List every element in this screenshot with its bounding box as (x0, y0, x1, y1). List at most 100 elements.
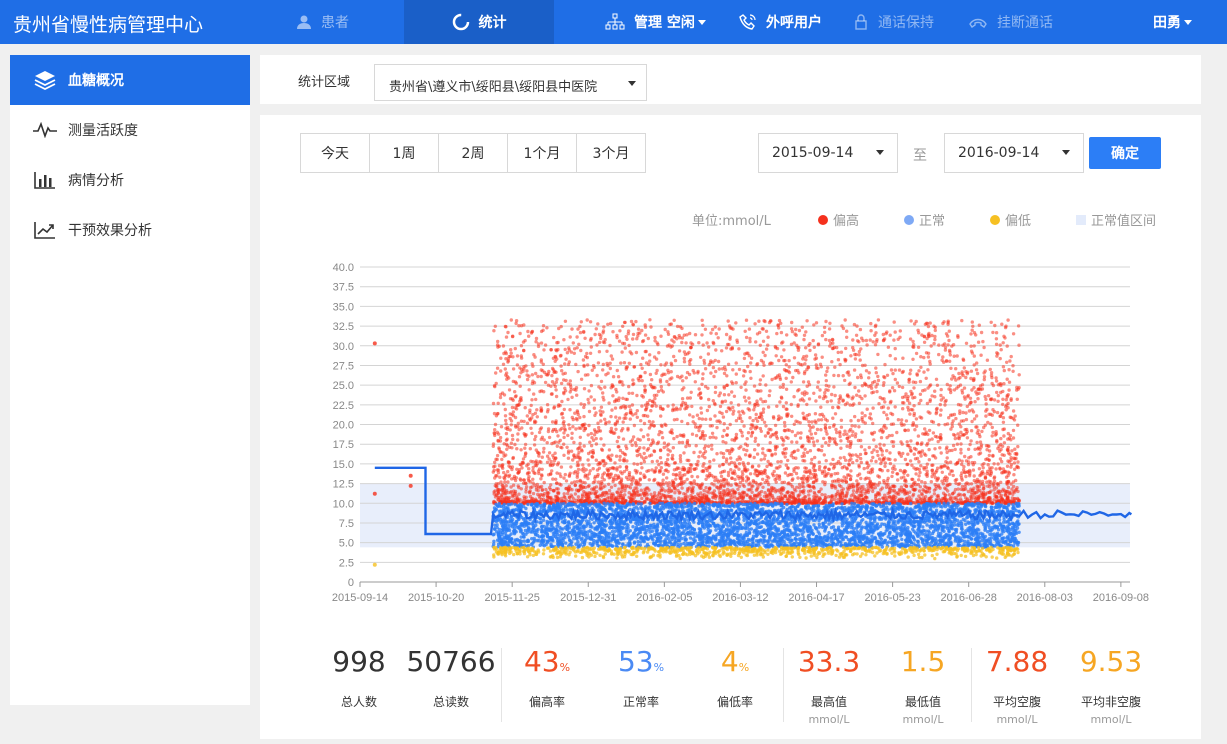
nav-outbound-user[interactable]: 外呼用户 (739, 0, 822, 44)
high-point (576, 488, 581, 492)
high-point (741, 374, 746, 378)
nav-patients[interactable]: 患者 (296, 0, 349, 44)
chevron-down-icon (876, 150, 884, 155)
high-point (933, 395, 937, 399)
high-point (871, 421, 875, 426)
high-point (899, 440, 903, 444)
high-point (509, 423, 513, 427)
high-point (1003, 325, 1008, 330)
high-point (985, 358, 990, 362)
high-point (1002, 434, 1006, 438)
high-point (661, 482, 666, 486)
high-point (713, 402, 717, 407)
end-date-select[interactable]: 2016-09-14 (944, 133, 1084, 173)
nav-hang-up[interactable]: 挂断通话 (968, 0, 1053, 44)
range-2week-button[interactable]: 2周 (438, 133, 508, 173)
high-point (892, 338, 896, 342)
high-point (531, 477, 535, 481)
high-point (774, 354, 778, 358)
high-point (635, 453, 639, 458)
high-point (915, 456, 920, 461)
high-point (871, 406, 875, 410)
legend-normal[interactable]: 正常 (904, 210, 945, 229)
high-point (555, 495, 559, 499)
sidebar-item-condition[interactable]: 病情分析 (10, 155, 250, 205)
high-point (509, 489, 513, 494)
range-1week-button[interactable]: 1周 (369, 133, 439, 173)
high-point (962, 366, 966, 370)
high-point (945, 456, 949, 460)
high-point (641, 356, 645, 360)
nav-stats[interactable]: 统计 (404, 0, 554, 44)
high-point (744, 399, 748, 403)
high-point (870, 467, 875, 471)
high-point (747, 354, 751, 358)
sidebar-item-glucose-overview[interactable]: 血糖概况 (10, 55, 250, 105)
high-point (740, 430, 744, 435)
high-point (746, 488, 750, 492)
high-point (766, 405, 771, 409)
nav-manage-status[interactable]: 管理 空闲 (605, 0, 706, 44)
high-point (935, 435, 939, 439)
range-today-button[interactable]: 今天 (300, 133, 370, 173)
high-point (784, 401, 788, 405)
high-point (673, 358, 678, 363)
high-point (909, 368, 913, 372)
high-point (939, 393, 943, 398)
high-point (516, 432, 520, 436)
region-select[interactable]: 贵州省\遵义市\绥阳县\绥阳县中医院 (374, 64, 647, 101)
range-1month-button[interactable]: 1个月 (507, 133, 577, 173)
high-point (550, 380, 555, 384)
high-point (493, 464, 497, 468)
high-point (822, 436, 826, 441)
high-point (526, 329, 530, 334)
high-point (970, 493, 974, 497)
high-point (849, 419, 853, 423)
high-point (748, 369, 752, 374)
high-point (808, 348, 812, 353)
high-point (711, 491, 715, 495)
chevron-down-icon (1062, 150, 1070, 155)
high-point (902, 401, 906, 405)
high-point (883, 362, 887, 367)
legend-normal-range[interactable]: 正常值区间 (1076, 210, 1156, 229)
high-point (1016, 444, 1020, 449)
range-3month-button[interactable]: 3个月 (576, 133, 646, 173)
high-point (926, 334, 931, 338)
high-point (972, 354, 976, 358)
high-point (978, 440, 983, 444)
high-point (590, 455, 595, 459)
high-point (876, 352, 880, 357)
high-point (694, 462, 699, 467)
legend-low[interactable]: 偏低 (990, 210, 1031, 229)
high-point (655, 499, 659, 503)
high-point (847, 429, 851, 433)
high-point (851, 489, 856, 493)
high-point (901, 451, 905, 456)
y-tick-label: 15.0 (333, 459, 354, 471)
high-point (836, 358, 841, 362)
sidebar-item-activity[interactable]: 测量活跃度 (10, 105, 250, 155)
high-point (782, 480, 787, 484)
start-date-select[interactable]: 2015-09-14 (758, 133, 898, 173)
user-menu[interactable]: 田勇 (1153, 0, 1192, 44)
sidebar-item-intervention[interactable]: 干预效果分析 (10, 205, 250, 255)
high-point (711, 435, 715, 439)
high-point (905, 440, 909, 444)
nav-call-hold[interactable]: 通话保持 (853, 0, 934, 44)
high-point (700, 318, 704, 322)
high-point (984, 457, 988, 462)
high-point (938, 446, 942, 450)
confirm-button[interactable]: 确定 (1089, 137, 1161, 169)
high-point (787, 365, 791, 369)
high-point (910, 484, 914, 489)
high-point (619, 489, 624, 494)
high-point (586, 433, 590, 437)
high-point (829, 399, 833, 403)
high-point (741, 494, 746, 499)
high-point (557, 440, 561, 444)
high-point (639, 461, 643, 466)
high-point (675, 484, 679, 488)
high-point (572, 347, 577, 351)
legend-high[interactable]: 偏高 (818, 210, 859, 229)
